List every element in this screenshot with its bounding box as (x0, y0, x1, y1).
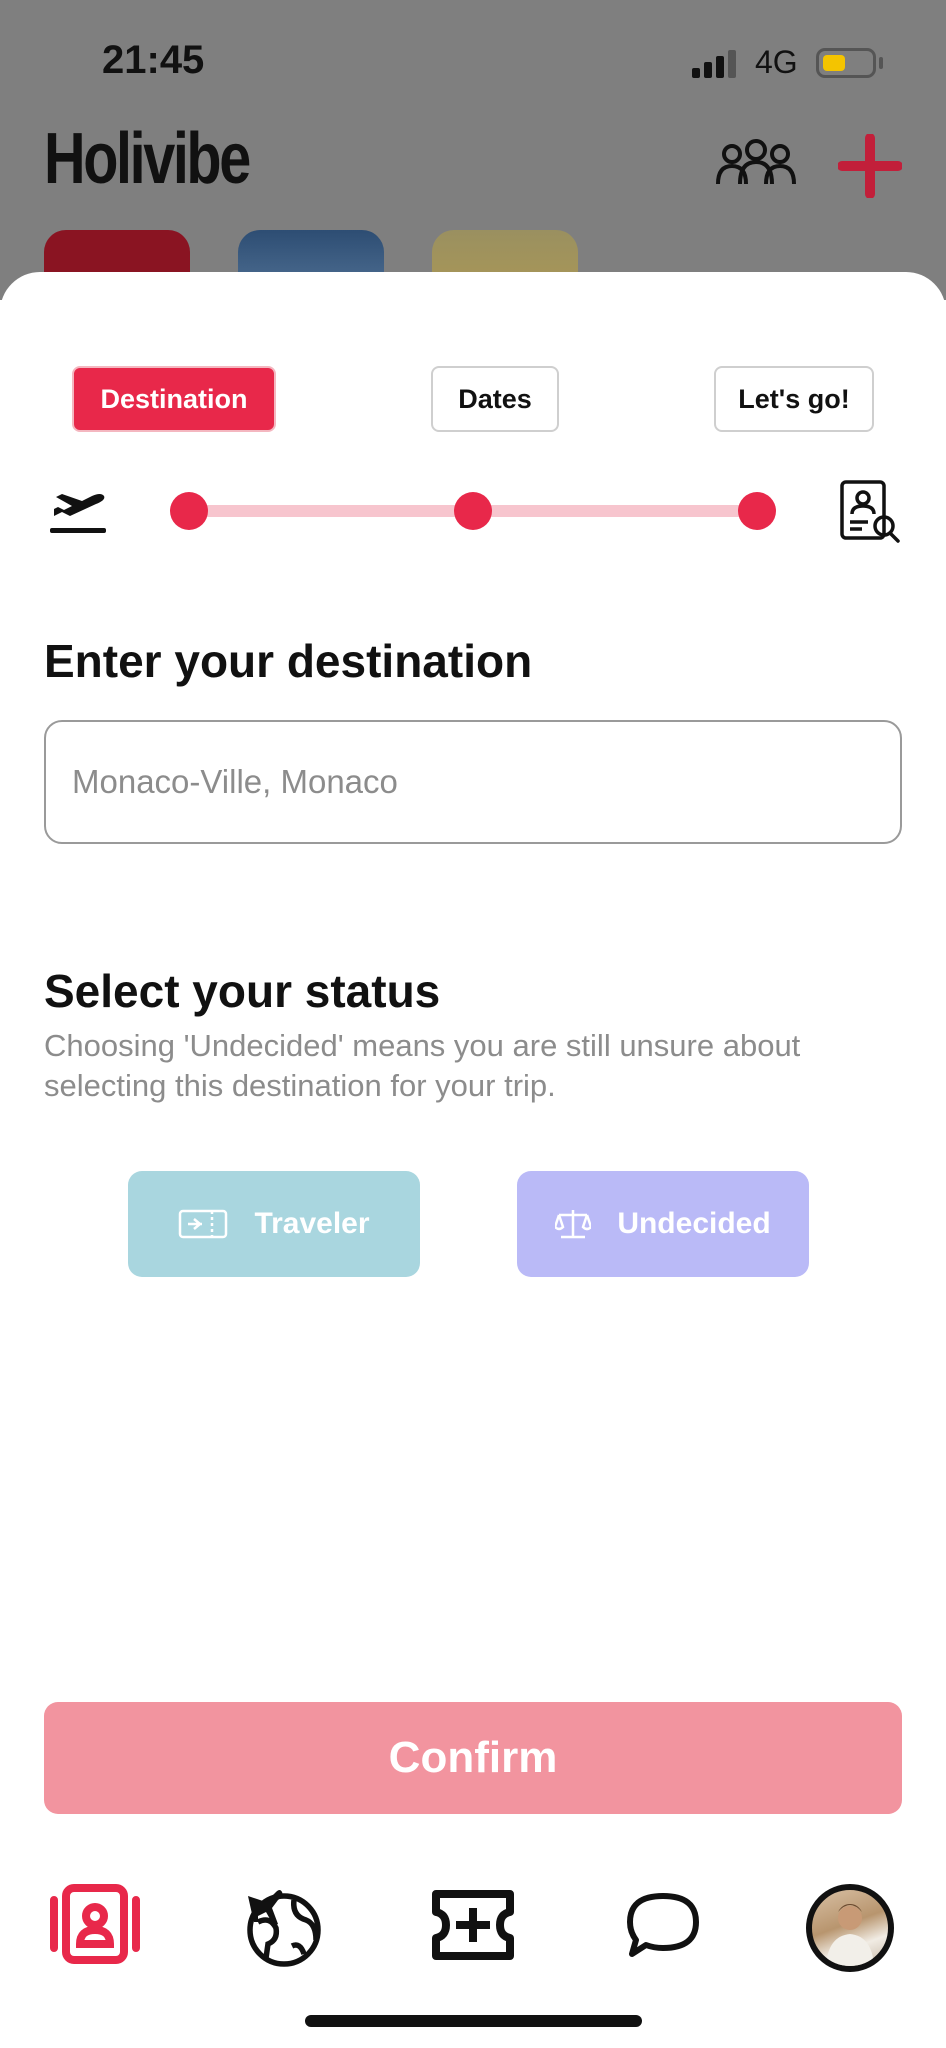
progress-dot (738, 492, 776, 530)
home-indicator (305, 2015, 642, 2027)
globe-plane-icon[interactable] (244, 1880, 322, 1970)
passport-icon (840, 480, 900, 543)
destination-heading: Enter your destination (44, 635, 533, 687)
scale-icon (555, 1210, 592, 1239)
battery-icon (816, 48, 876, 78)
signal-icon (692, 48, 740, 78)
status-time: 21:45 (102, 38, 205, 82)
contacts-icon[interactable] (48, 1880, 142, 1970)
chat-bubble-icon[interactable] (626, 1880, 700, 1970)
network-label: 4G (755, 44, 798, 80)
people-group-icon[interactable] (714, 138, 798, 190)
undecided-button[interactable]: Undecided (517, 1171, 809, 1277)
plane-takeoff-icon (50, 494, 106, 533)
confirm-button[interactable]: Confirm (44, 1702, 902, 1814)
progress-dot (170, 492, 208, 530)
traveler-button[interactable]: Traveler (128, 1171, 420, 1277)
ticket-icon (179, 1209, 228, 1239)
step-dates[interactable]: Dates (431, 366, 559, 432)
step-lets-go[interactable]: Let's go! (714, 366, 874, 432)
add-ticket-icon[interactable] (430, 1880, 516, 1970)
status-description: Choosing 'Undecided' means you are still… (44, 1028, 801, 1103)
step-destination[interactable]: Destination (72, 366, 276, 432)
plus-icon[interactable] (838, 134, 902, 198)
avatar-image (826, 1904, 874, 1966)
undecided-label: Undecided (617, 1207, 771, 1240)
status-bar: 21:45 4G (0, 0, 946, 120)
status-heading: Select your status (44, 965, 441, 1017)
progress-dot (454, 492, 492, 530)
traveler-label: Traveler (254, 1207, 370, 1240)
profile-avatar[interactable] (806, 1884, 894, 1972)
destination-input[interactable] (44, 720, 902, 844)
app-title: Holivibe (44, 119, 251, 199)
